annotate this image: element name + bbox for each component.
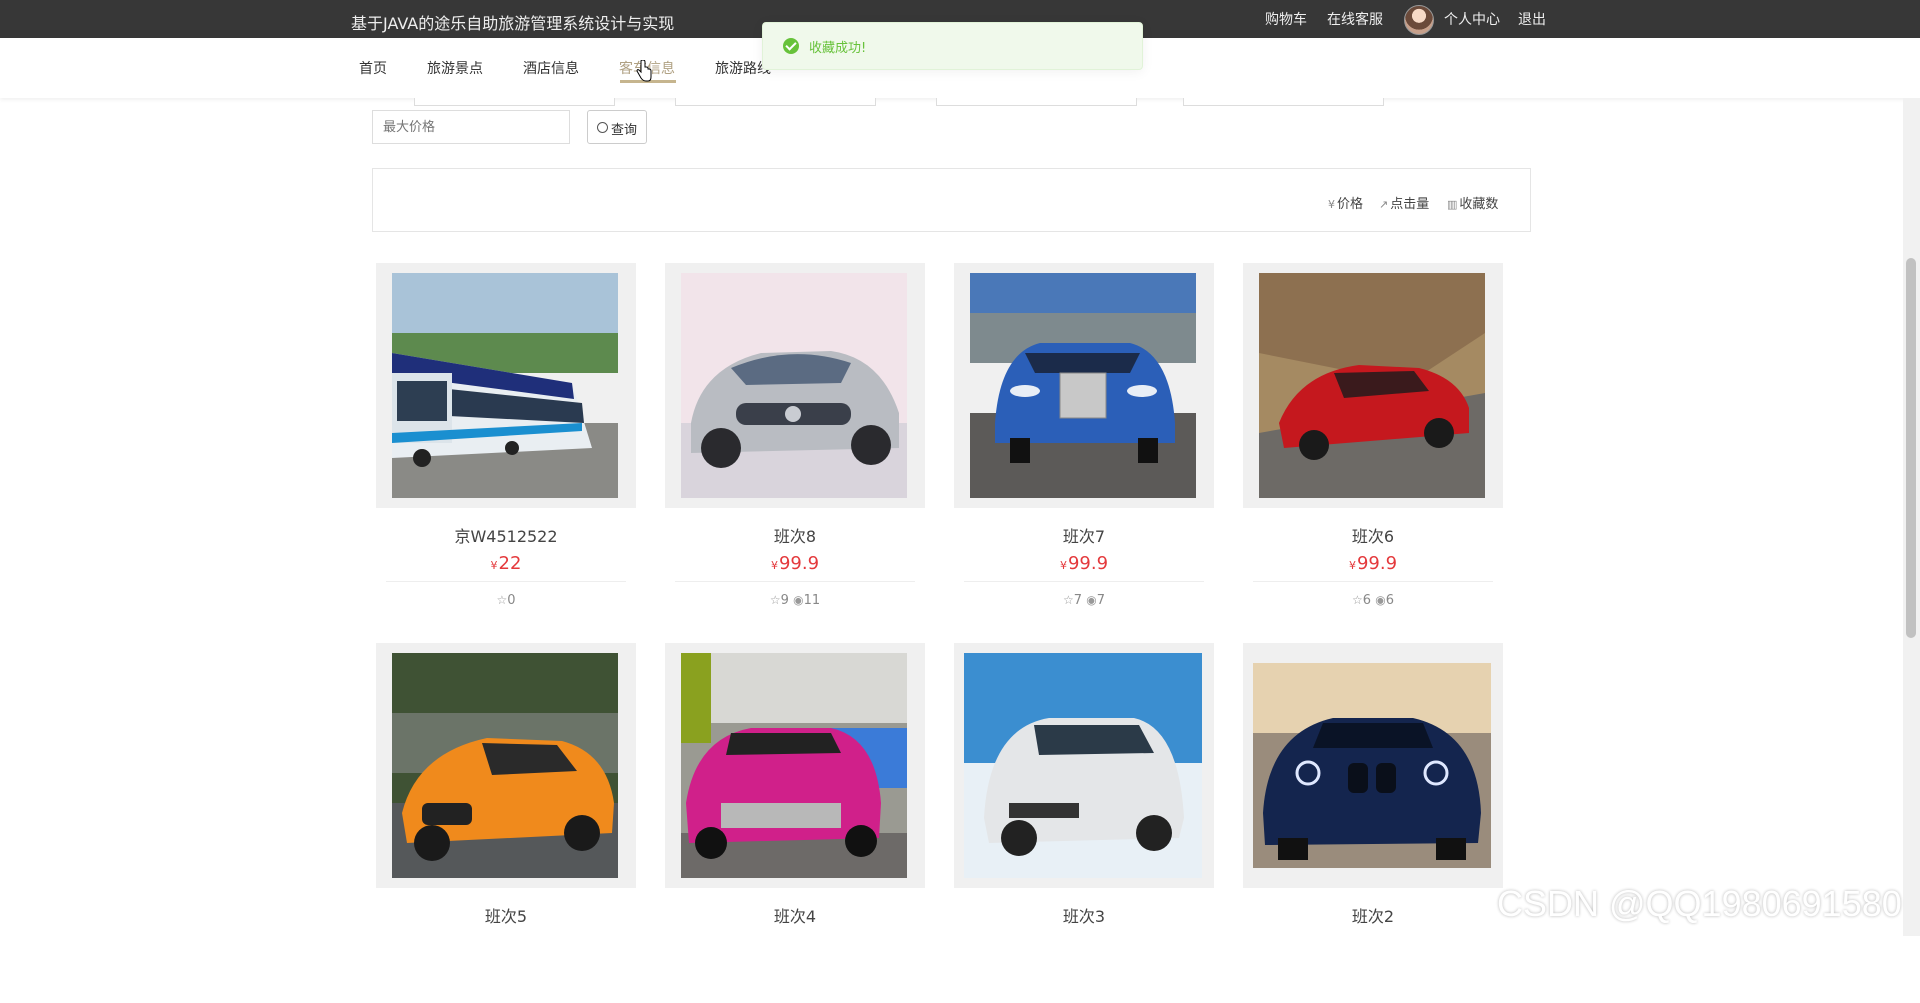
coach-photo[interactable] (392, 273, 618, 498)
coach-stats: ☆0 (496, 593, 516, 608)
coach-card[interactable]: 班次8 ¥99.9 ☆9 ◉11 (665, 263, 925, 623)
query-button[interactable]: 查询 (587, 110, 647, 144)
coach-name[interactable]: 班次5 (376, 903, 636, 927)
coach-name[interactable]: 班次4 (665, 903, 925, 927)
online-service-link[interactable]: 在线客服 (1327, 0, 1383, 38)
coach-name[interactable]: 班次3 (954, 903, 1214, 927)
nav-home[interactable]: 首页 (359, 58, 387, 78)
query-label: 查询 (611, 122, 638, 137)
coach-photo[interactable] (681, 653, 907, 878)
coach-card[interactable]: 班次5 (376, 643, 636, 1003)
filter-input-1[interactable] (414, 98, 615, 106)
star-icon: ☆ (1352, 593, 1363, 607)
coach-card[interactable]: 班次6 ¥99.9 ☆6 ◉6 (1243, 263, 1503, 623)
filter-input-3[interactable] (936, 98, 1137, 106)
site-title: 基于JAVA的途乐自助旅游管理系统设计与实现 (351, 14, 675, 33)
coach-card[interactable]: 班次2 (1243, 643, 1503, 1003)
user-avatar[interactable] (1404, 5, 1434, 35)
filter-input-4[interactable] (1183, 98, 1384, 106)
coach-stats: ☆9 ◉11 (769, 593, 821, 608)
coach-card[interactable]: 班次3 (954, 643, 1214, 1003)
card-divider (675, 581, 915, 582)
star-icon: ☆ (1063, 593, 1074, 607)
sort-bar: ¥ 价格 ↗ 点击量 ▥ 收藏数 (372, 168, 1531, 232)
sort-clicks[interactable]: ↗ 点击量 (1379, 193, 1429, 212)
sort-favorites[interactable]: ▥ 收藏数 (1447, 193, 1498, 212)
sort-price[interactable]: ¥ 价格 (1328, 193, 1363, 212)
search-icon (597, 122, 608, 133)
watermark-text: CSDN @QQ1980691580 (1497, 883, 1902, 924)
coach-price: ¥99.9 (1059, 553, 1109, 574)
coach-name[interactable]: 班次8 (665, 523, 925, 547)
coach-photo[interactable] (392, 653, 618, 878)
cart-link[interactable]: 购物车 (1265, 0, 1307, 38)
coach-photo[interactable] (1253, 663, 1491, 868)
coach-name[interactable]: 班次7 (954, 523, 1214, 547)
trend-icon: ↗ (1379, 198, 1389, 211)
eye-icon: ◉ (793, 593, 804, 607)
coach-photo[interactable] (1259, 273, 1485, 498)
coach-price: ¥99.9 (1348, 553, 1398, 574)
card-divider (386, 581, 626, 582)
success-check-icon (783, 38, 799, 54)
star-icon: ☆ (496, 593, 508, 607)
coach-card[interactable]: 班次7 ¥99.9 ☆7 ◉7 (954, 263, 1214, 623)
yen-icon: ¥ (1328, 198, 1335, 211)
star-icon: ☆ (769, 593, 781, 607)
eye-icon: ◉ (1086, 593, 1097, 607)
coach-photo[interactable] (681, 273, 907, 498)
scrollbar-thumb[interactable] (1906, 258, 1916, 638)
max-price-input[interactable] (372, 110, 570, 144)
logout-link[interactable]: 退出 (1518, 0, 1546, 38)
coach-stats: ☆6 ◉6 (1352, 593, 1394, 608)
coach-name[interactable]: 京W4512522 (376, 523, 636, 547)
coach-name[interactable]: 班次2 (1243, 903, 1503, 927)
nav-hotels[interactable]: 酒店信息 (523, 58, 579, 78)
chart-icon: ▥ (1447, 198, 1458, 211)
nav-scenic-spots[interactable]: 旅游景点 (427, 58, 483, 78)
toast-message: 收藏成功! (809, 41, 867, 56)
profile-link[interactable]: 个人中心 (1444, 0, 1500, 38)
coach-stats: ☆7 ◉7 (1063, 593, 1105, 608)
coach-photo[interactable] (964, 653, 1202, 878)
card-divider (964, 581, 1204, 582)
success-toast: 收藏成功! (762, 22, 1143, 70)
coach-photo[interactable] (970, 273, 1196, 498)
coach-card[interactable]: 京W4512522 ¥22 ☆0 (376, 263, 636, 623)
card-divider (1253, 581, 1493, 582)
filter-input-2[interactable] (675, 98, 876, 106)
coach-price: ¥99.9 (770, 553, 820, 574)
coach-price: ¥22 (490, 553, 522, 574)
coach-name[interactable]: 班次6 (1243, 523, 1503, 547)
eye-icon: ◉ (1375, 593, 1386, 607)
hand-cursor-icon (636, 60, 652, 82)
coach-card[interactable]: 班次4 (665, 643, 925, 1003)
